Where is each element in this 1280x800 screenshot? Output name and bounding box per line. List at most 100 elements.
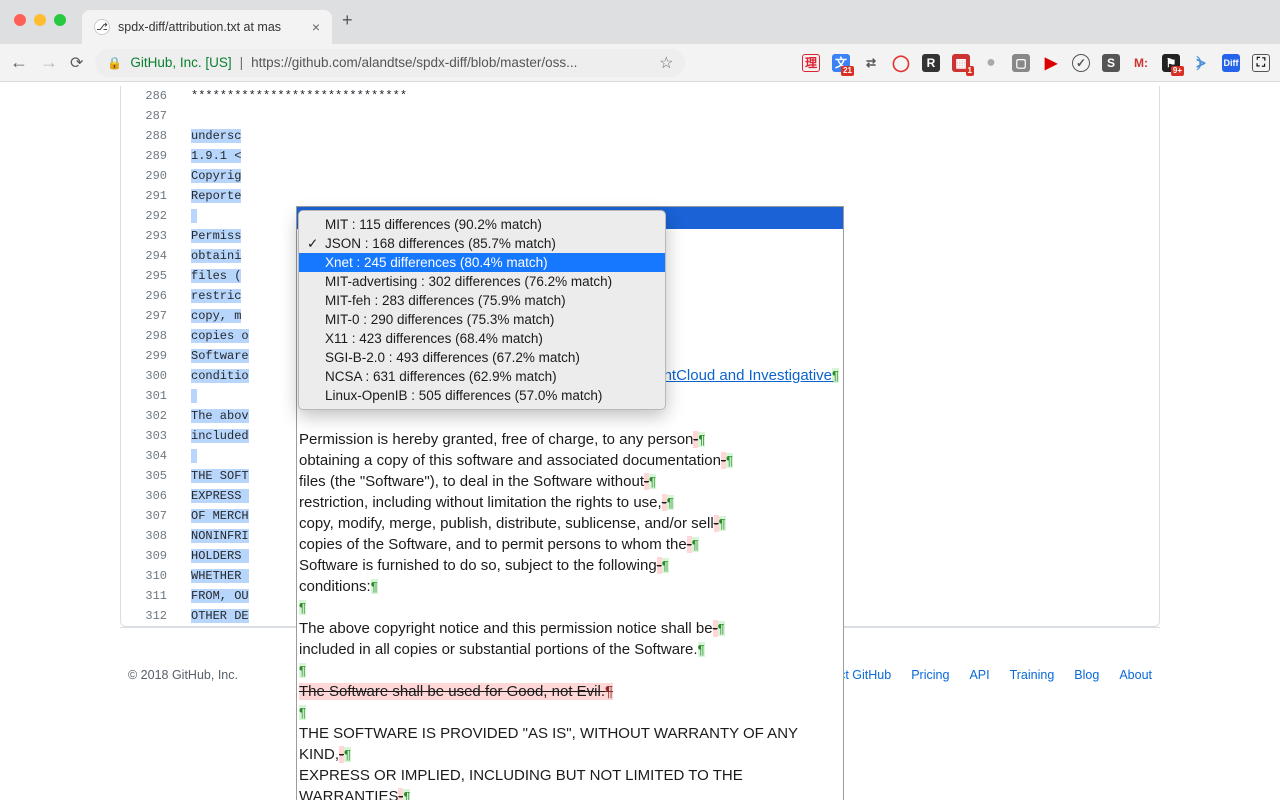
code-text[interactable]: Copyrig xyxy=(181,166,1159,186)
minimize-window-icon[interactable] xyxy=(34,14,46,26)
line-number[interactable]: 308 xyxy=(121,526,181,546)
browser-toolbar: ← → ⟳ 🔒 GitHub, Inc. [US] | https://gith… xyxy=(0,44,1280,82)
dropdown-item[interactable]: MIT-0 : 290 differences (75.3% match) xyxy=(299,310,665,329)
footer-link[interactable]: API xyxy=(969,668,989,682)
line-number[interactable]: 286 xyxy=(121,86,181,106)
line-number[interactable]: 301 xyxy=(121,386,181,406)
line-number[interactable]: 304 xyxy=(121,446,181,466)
ext-icon-frame[interactable]: ⛶ xyxy=(1252,54,1270,72)
diff-blank: ¶ xyxy=(299,702,841,723)
ext-icon-arrows[interactable]: ⇄ xyxy=(862,54,880,72)
line-number[interactable]: 296 xyxy=(121,286,181,306)
line-number[interactable]: 291 xyxy=(121,186,181,206)
line-number[interactable]: 289 xyxy=(121,146,181,166)
footer-link[interactable]: Pricing xyxy=(911,668,949,682)
ext-icon-r[interactable]: R xyxy=(922,54,940,72)
line-number[interactable]: 293 xyxy=(121,226,181,246)
line-number[interactable]: 287 xyxy=(121,106,181,126)
line-number[interactable]: 288 xyxy=(121,126,181,146)
dropdown-item[interactable]: Xnet : 245 differences (80.4% match) xyxy=(299,253,665,272)
dropdown-item[interactable]: X11 : 423 differences (68.4% match) xyxy=(299,329,665,348)
line-number[interactable]: 292 xyxy=(121,206,181,226)
line-number[interactable]: 311 xyxy=(121,586,181,606)
line-number[interactable]: 306 xyxy=(121,486,181,506)
bookmark-star-icon[interactable]: ☆ xyxy=(659,53,673,73)
new-tab-button[interactable]: + xyxy=(342,10,353,35)
dropdown-item[interactable]: SGI-B-2.0 : 493 differences (67.2% match… xyxy=(299,348,665,367)
code-line: 291Reporte xyxy=(121,186,1159,206)
line-number[interactable]: 309 xyxy=(121,546,181,566)
diff-line: conditions:¶ xyxy=(299,576,841,597)
diff-link-fragment[interactable]: ntCloud and Investigative¶ xyxy=(664,365,839,386)
url-path: https://github.com/alandtse/spdx-diff/bl… xyxy=(251,55,651,70)
footer-link[interactable]: Blog xyxy=(1074,668,1099,682)
diff-line: copy, modify, merge, publish, distribute… xyxy=(299,513,841,534)
dropdown-item[interactable]: MIT-advertising : 302 differences (76.2%… xyxy=(299,272,665,291)
dropdown-item[interactable]: MIT-feh : 283 differences (75.9% match) xyxy=(299,291,665,310)
maximize-window-icon[interactable] xyxy=(54,14,66,26)
url-identity: GitHub, Inc. [US] xyxy=(130,55,231,70)
code-text[interactable] xyxy=(181,106,1159,126)
line-number[interactable]: 307 xyxy=(121,506,181,526)
ext-icon-ri[interactable]: 理 xyxy=(802,54,820,72)
line-number[interactable]: 310 xyxy=(121,566,181,586)
line-number[interactable]: 295 xyxy=(121,266,181,286)
code-text[interactable]: ****************************** xyxy=(181,86,1159,106)
tab-title: spdx-diff/attribution.txt at mas xyxy=(118,20,304,34)
ext-icon-circle[interactable]: ● xyxy=(982,54,1000,72)
diff-line: restriction, including without limitatio… xyxy=(299,492,841,513)
ext-icon-play[interactable]: ▶ xyxy=(1042,54,1060,72)
diff-line: included in all copies or substantial po… xyxy=(299,639,841,660)
ext-icon-square[interactable]: ▢ xyxy=(1012,54,1030,72)
diff-line: EXPRESS OR IMPLIED, INCLUDING BUT NOT LI… xyxy=(299,765,841,800)
code-line: 287 xyxy=(121,106,1159,126)
line-number[interactable]: 312 xyxy=(121,606,181,626)
close-window-icon[interactable] xyxy=(14,14,26,26)
github-favicon-icon: ⎇ xyxy=(94,19,110,35)
line-number[interactable]: 303 xyxy=(121,426,181,446)
copyright: © 2018 GitHub, Inc. xyxy=(128,668,238,682)
line-number[interactable]: 302 xyxy=(121,406,181,426)
line-number[interactable]: 299 xyxy=(121,346,181,366)
line-number[interactable]: 300 xyxy=(121,366,181,386)
line-number[interactable]: 305 xyxy=(121,466,181,486)
dropdown-item[interactable]: MIT : 115 differences (90.2% match) xyxy=(299,215,665,234)
footer-link[interactable]: Training xyxy=(1010,668,1055,682)
code-line: 2891.9.1 < xyxy=(121,146,1159,166)
line-number[interactable]: 294 xyxy=(121,246,181,266)
line-number[interactable]: 298 xyxy=(121,326,181,346)
diff-line: Software is furnished to do so, subject … xyxy=(299,555,841,576)
ext-icon-diff[interactable]: Diff xyxy=(1222,54,1240,72)
footer-link[interactable]: About xyxy=(1119,668,1152,682)
browser-titlebar: ⎇ spdx-diff/attribution.txt at mas × + xyxy=(0,0,1280,44)
close-tab-icon[interactable]: × xyxy=(312,19,320,35)
code-text[interactable]: 1.9.1 < xyxy=(181,146,1159,166)
url-bar[interactable]: 🔒 GitHub, Inc. [US] | https://github.com… xyxy=(95,49,685,77)
forward-button[interactable]: → xyxy=(40,52,58,73)
dropdown-item[interactable]: NCSA : 631 differences (62.9% match) xyxy=(299,367,665,386)
ext-icon-m[interactable]: M: xyxy=(1132,54,1150,72)
ext-icon-grid[interactable]: ▦1 xyxy=(952,54,970,72)
line-number[interactable]: 297 xyxy=(121,306,181,326)
line-number[interactable]: 290 xyxy=(121,166,181,186)
ext-icon-check[interactable]: ✓ xyxy=(1072,54,1090,72)
extension-icons: 理 文21 ⇄ ◯ R ▦1 ● ▢ ▶ ✓ S M: ⚑9+ ⦔ Diff ⛶ xyxy=(802,54,1270,72)
ext-icon-flag[interactable]: ⚑9+ xyxy=(1162,54,1180,72)
dropdown-item[interactable]: JSON : 168 differences (85.7% match) xyxy=(299,234,665,253)
diff-line: Permission is hereby granted, free of ch… xyxy=(299,429,841,450)
browser-tab[interactable]: ⎇ spdx-diff/attribution.txt at mas × xyxy=(82,10,332,44)
diff-line: files (the "Software"), to deal in the S… xyxy=(299,471,841,492)
back-button[interactable]: ← xyxy=(10,52,28,73)
ext-icon-chevrons[interactable]: ⦔ xyxy=(1192,54,1210,72)
ext-icon-s[interactable]: S xyxy=(1102,54,1120,72)
code-text[interactable]: undersc xyxy=(181,126,1159,146)
code-text[interactable]: Reporte xyxy=(181,186,1159,206)
ext-icon-o-red[interactable]: ◯ xyxy=(892,54,910,72)
code-line: 288undersc xyxy=(121,126,1159,146)
ext-icon-translate[interactable]: 文21 xyxy=(832,54,850,72)
license-dropdown[interactable]: MIT : 115 differences (90.2% match)JSON … xyxy=(298,210,666,410)
reload-button[interactable]: ⟳ xyxy=(70,53,83,73)
footer-links: Contact GitHubPricingAPITrainingBlogAbou… xyxy=(806,668,1152,682)
dropdown-item[interactable]: Linux-OpenIB : 505 differences (57.0% ma… xyxy=(299,386,665,405)
window-controls xyxy=(14,14,66,26)
